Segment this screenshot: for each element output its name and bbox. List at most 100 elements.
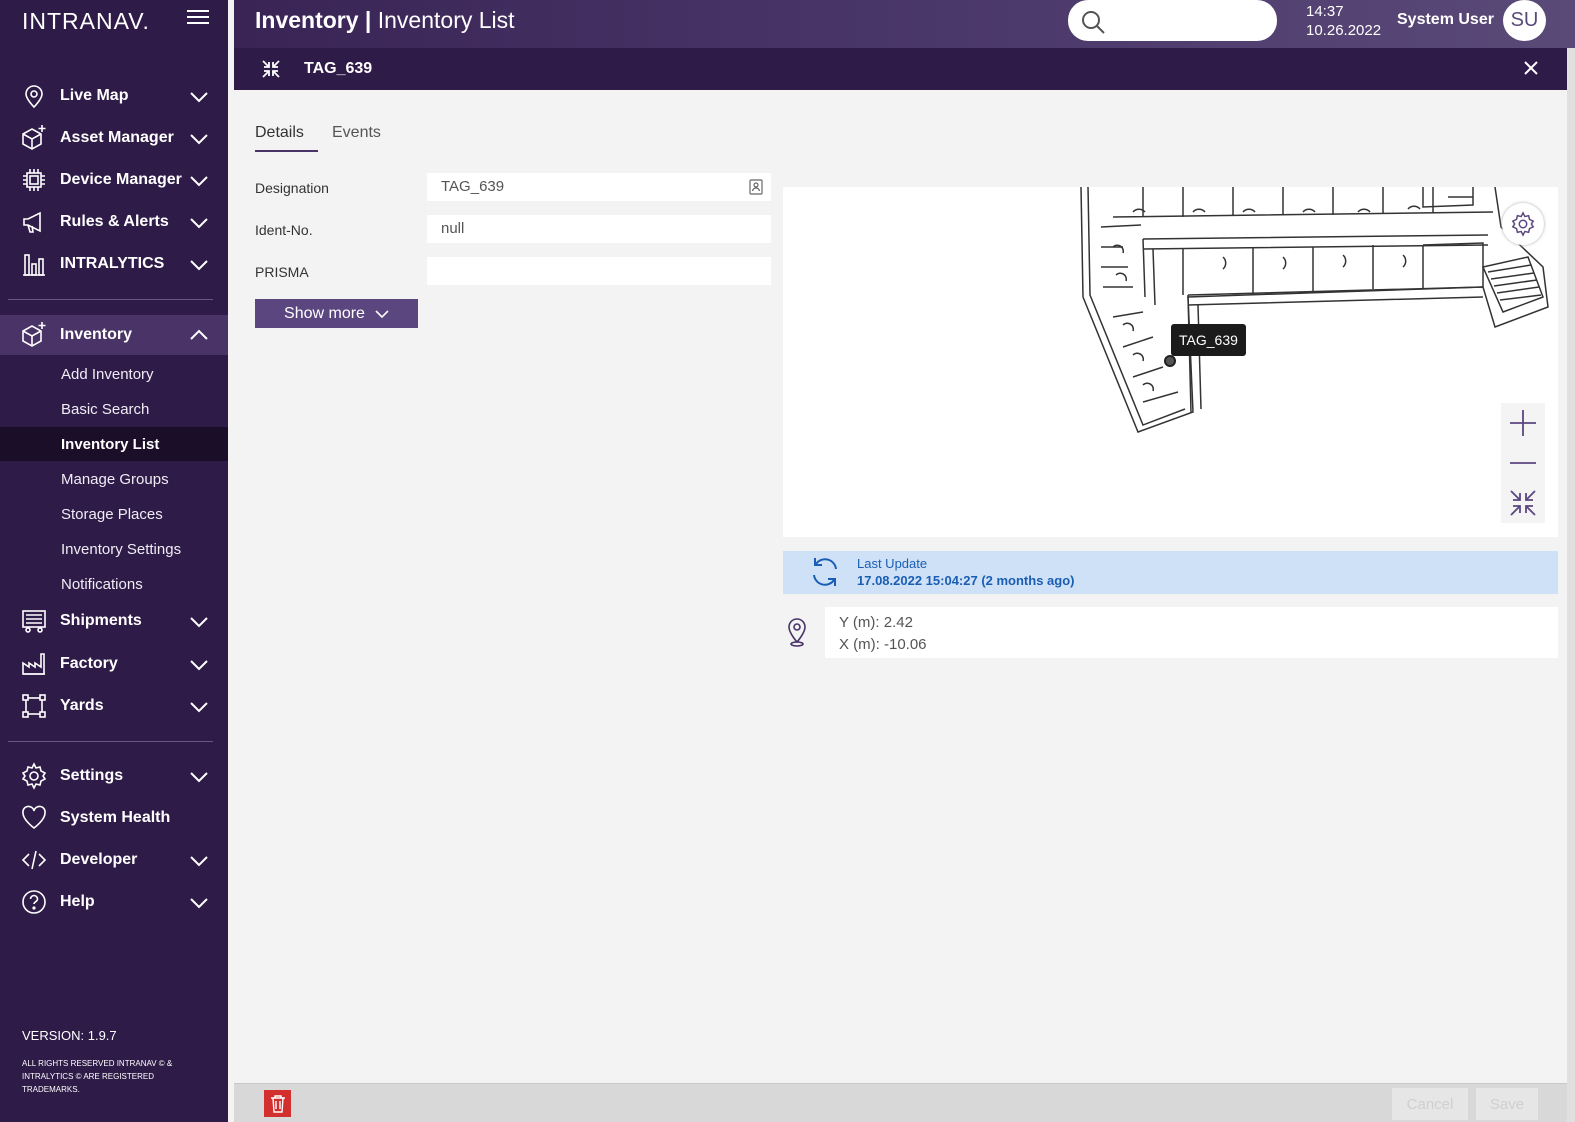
chevron-up-icon xyxy=(190,329,208,340)
search-input[interactable] xyxy=(1112,8,1262,32)
sidebar-item-label: Asset Manager xyxy=(60,129,174,146)
sidebar-subitem-notifications[interactable]: Notifications xyxy=(0,567,228,601)
search-box[interactable] xyxy=(1068,0,1277,41)
sidebar-item-system-health[interactable]: System Health xyxy=(0,798,228,838)
bar-chart-icon xyxy=(20,250,48,278)
floor-map[interactable]: TAG_639 xyxy=(783,187,1558,537)
location-pin-icon xyxy=(788,618,806,647)
subitem-label: Manage Groups xyxy=(61,470,169,488)
collapse-icon[interactable] xyxy=(260,58,282,80)
clock: 14:37 10.26.2022 xyxy=(1306,2,1381,40)
sidebar-item-developer[interactable]: Developer xyxy=(0,840,228,880)
chevron-down-icon xyxy=(190,260,208,271)
trash-icon xyxy=(270,1094,285,1113)
page-title-section: Inventory | xyxy=(255,7,372,33)
contact-card-icon xyxy=(749,179,763,195)
sidebar-subitem-basic-search[interactable]: Basic Search xyxy=(0,392,228,426)
chevron-down-icon xyxy=(190,617,208,628)
sidebar-item-help[interactable]: Help xyxy=(0,882,228,922)
sidebar-item-rules-alerts[interactable]: Rules & Alerts xyxy=(0,202,228,242)
megaphone-icon xyxy=(20,208,48,236)
sidebar-item-yards[interactable]: Yards xyxy=(0,686,228,726)
zoom-in-button[interactable] xyxy=(1501,403,1545,443)
clock-time: 14:37 xyxy=(1306,3,1344,20)
delete-button[interactable] xyxy=(264,1090,291,1117)
sidebar-item-shipments[interactable]: Shipments xyxy=(0,601,228,641)
sidebar-item-label: Live Map xyxy=(60,87,129,104)
sidebar-subitem-inventory-list[interactable]: Inventory List xyxy=(0,427,228,461)
sidebar-subitem-storage-places[interactable]: Storage Places xyxy=(0,497,228,531)
ident-no-value: null xyxy=(441,220,465,237)
avatar[interactable]: SU xyxy=(1503,0,1546,41)
code-icon xyxy=(20,846,48,874)
sidebar-item-label: Factory xyxy=(60,655,118,672)
subitem-label: Add Inventory xyxy=(61,365,154,383)
sidebar-item-live-map[interactable]: Live Map xyxy=(0,76,228,116)
minus-icon xyxy=(1510,462,1536,464)
sidebar-subitem-manage-groups[interactable]: Manage Groups xyxy=(0,462,228,496)
chip-icon xyxy=(20,166,48,194)
ident-no-field[interactable]: null xyxy=(427,215,771,243)
last-update-banner: Last Update 17.08.2022 15:04:27 (2 month… xyxy=(783,551,1558,594)
gear-icon xyxy=(1511,211,1535,237)
sidebar-item-label: Yards xyxy=(60,697,104,714)
sidebar-subitem-inventory-settings[interactable]: Inventory Settings xyxy=(0,532,228,566)
sidebar: INTRANAV. Live Map Asset Manager Device … xyxy=(0,0,228,1122)
factory-icon xyxy=(20,650,48,678)
tag-tooltip: TAG_639 xyxy=(1171,324,1246,356)
chevron-down-icon xyxy=(190,660,208,671)
map-settings-button[interactable] xyxy=(1502,203,1544,245)
sidebar-item-label: INTRALYTICS xyxy=(60,255,165,272)
sidebar-item-settings[interactable]: Settings xyxy=(0,756,228,796)
coord-y: Y (m): 2.42 xyxy=(839,614,913,631)
zoom-out-button[interactable] xyxy=(1501,443,1545,483)
sidebar-item-label: Device Manager xyxy=(60,171,182,188)
prisma-field[interactable] xyxy=(427,257,771,285)
scrollbar[interactable] xyxy=(1567,48,1575,1122)
refresh-icon[interactable] xyxy=(809,555,841,589)
gear-icon xyxy=(20,762,48,790)
last-update-label: Last Update xyxy=(857,556,928,571)
sidebar-item-label: Settings xyxy=(60,767,124,784)
footer-bar: Cancel Save xyxy=(234,1083,1567,1122)
designation-label: Designation xyxy=(255,180,329,196)
tab-details[interactable]: Details xyxy=(255,124,304,142)
show-more-button[interactable]: Show more xyxy=(255,299,418,328)
heart-icon xyxy=(20,804,48,832)
chevron-down-icon xyxy=(375,309,389,318)
tab-events[interactable]: Events xyxy=(332,124,381,142)
sidebar-item-inventory[interactable]: Inventory xyxy=(0,315,228,355)
chevron-down-icon xyxy=(190,898,208,909)
sidebar-item-factory[interactable]: Factory xyxy=(0,644,228,684)
detail-title: TAG_639 xyxy=(304,60,373,77)
subitem-label: Inventory List xyxy=(61,435,160,453)
collapse-icon xyxy=(1510,490,1536,516)
hamburger-menu-icon[interactable] xyxy=(187,10,209,30)
tag-location-marker[interactable] xyxy=(1164,355,1176,367)
truck-icon xyxy=(20,607,48,635)
fit-view-button[interactable] xyxy=(1501,483,1545,523)
chevron-down-icon xyxy=(190,218,208,229)
top-bar: Inventory | Inventory List 14:37 10.26.2… xyxy=(234,0,1575,48)
version-text: VERSION: 1.9.7 xyxy=(22,1028,117,1043)
tab-active-underline xyxy=(255,150,318,152)
close-icon[interactable] xyxy=(1521,58,1541,78)
show-more-label: Show more xyxy=(284,304,365,322)
prisma-label: PRISMA xyxy=(255,264,309,280)
sidebar-item-label: Help xyxy=(60,893,95,910)
sidebar-subitem-add-inventory[interactable]: Add Inventory xyxy=(0,357,228,391)
designation-field[interactable]: TAG_639 xyxy=(427,173,771,201)
user-name[interactable]: System User xyxy=(1397,11,1494,29)
coordinates-box: Y (m): 2.42 X (m): -10.06 xyxy=(825,607,1558,658)
sidebar-item-intralytics[interactable]: INTRALYTICS xyxy=(0,244,228,284)
save-button[interactable]: Save xyxy=(1476,1088,1538,1120)
sidebar-item-asset-manager[interactable]: Asset Manager xyxy=(0,118,228,158)
cancel-button[interactable]: Cancel xyxy=(1392,1088,1468,1120)
page-title: Inventory | Inventory List xyxy=(255,7,515,34)
search-icon xyxy=(1082,11,1105,34)
sidebar-item-device-manager[interactable]: Device Manager xyxy=(0,160,228,200)
subitem-label: Inventory Settings xyxy=(61,540,182,558)
sidebar-item-label: Inventory xyxy=(60,326,133,343)
help-icon xyxy=(20,888,48,916)
designation-value: TAG_639 xyxy=(441,178,505,195)
